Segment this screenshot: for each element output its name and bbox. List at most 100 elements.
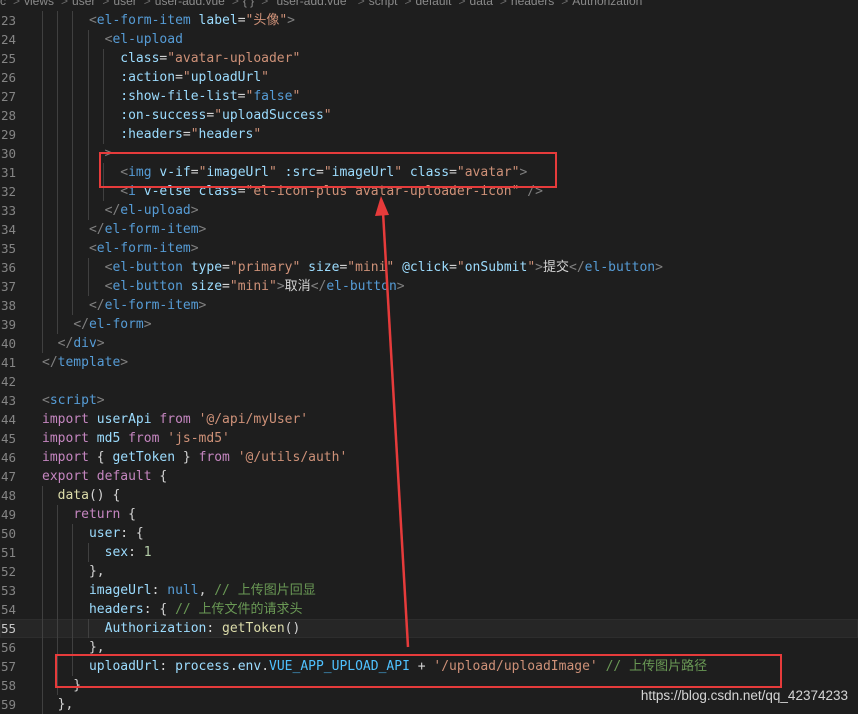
code-token: uploadUrl — [190, 70, 262, 85]
code-line[interactable]: 30 > — [0, 144, 858, 163]
code-token: = — [190, 165, 199, 180]
breadcrumb-item[interactable]: data — [470, 0, 493, 8]
code-line[interactable]: 51 sex: 1 — [0, 543, 858, 562]
breadcrumb-separator-icon: > — [231, 0, 239, 8]
code-line[interactable]: 54 headers: { // 上传文件的请求头 — [0, 600, 858, 619]
breadcrumb-item[interactable]: c — [0, 0, 6, 8]
code-token: + — [409, 659, 434, 674]
code-line[interactable]: 39 </el-form> — [0, 315, 858, 334]
code-token: = — [315, 165, 324, 180]
code-text: > — [42, 144, 113, 163]
code-text: <i v-else class="el-icon-plus avatar-upl… — [42, 182, 543, 201]
code-token: headers — [88, 602, 144, 617]
code-token: getToken — [222, 621, 285, 636]
code-line[interactable]: 40 </div> — [0, 334, 858, 353]
code-token: label — [190, 13, 238, 28]
code-text: }, — [42, 562, 105, 581]
code-token: VUE_APP_UPLOAD_API — [269, 659, 410, 674]
breadcrumb-item[interactable]: user — [72, 0, 95, 8]
code-token: = — [237, 184, 246, 199]
code-line[interactable]: 46 import { getToken } from '@/utils/auth… — [0, 448, 858, 467]
code-line[interactable]: 36 <el-button type="primary" size="mini"… — [0, 258, 858, 277]
code-text: <el-form-item label="头像"> — [42, 11, 295, 30]
code-line[interactable]: 50 user: { — [0, 524, 858, 543]
code-token: > — [96, 393, 105, 408]
code-token: el-form — [88, 317, 144, 332]
code-token: :action — [42, 70, 176, 85]
code-token: : { — [120, 526, 144, 541]
breadcrumb-item[interactable]: script — [369, 0, 398, 8]
code-line[interactable]: 53 imageUrl: null, // 上传图片回显 — [0, 581, 858, 600]
code-token: " — [214, 108, 223, 123]
code-token: uploadUrl — [88, 659, 160, 674]
code-token: el-form-item — [96, 13, 191, 28]
code-line[interactable]: 44 import userApi from '@/api/myUser' — [0, 410, 858, 429]
breadcrumb-item[interactable]: user-add.vue — [155, 0, 225, 8]
code-line[interactable]: 49 return { — [0, 505, 858, 524]
code-line[interactable]: 48 data() { — [0, 486, 858, 505]
code-line[interactable]: 33 </el-upload> — [0, 201, 858, 220]
code-token: null — [167, 583, 199, 598]
code-token: > — [143, 317, 152, 332]
code-token: import — [42, 412, 89, 427]
code-token: : — [206, 621, 223, 636]
code-token: " — [261, 70, 269, 85]
code-token: 1 — [143, 545, 152, 560]
code-token: "头像" — [245, 13, 288, 28]
code-editor[interactable]: 23 <el-form-item label="头像"> 24 <el-uploa… — [0, 11, 858, 714]
code-line[interactable]: 23 <el-form-item label="头像"> — [0, 11, 858, 30]
breadcrumb-item[interactable]: { } — [243, 0, 254, 8]
code-text: <el-button size="mini">取消</el-button> — [42, 277, 405, 296]
breadcrumb-item[interactable]: user — [113, 0, 136, 8]
code-line[interactable]: 26 :action="uploadUrl" — [0, 68, 858, 87]
code-token: el-button — [584, 260, 656, 275]
line-number: 57 — [0, 659, 16, 674]
breadcrumb-item[interactable]: headers — [511, 0, 554, 8]
line-number: 51 — [0, 545, 16, 560]
code-text: :action="uploadUrl" — [42, 68, 269, 87]
code-line[interactable]: 56 }, — [0, 638, 858, 657]
code-line[interactable]: 25 class="avatar-uploader" — [0, 49, 858, 68]
line-number: 31 — [0, 165, 16, 180]
line-number: 32 — [0, 184, 16, 199]
code-line[interactable]: 42 — [0, 372, 858, 391]
code-line[interactable]: 35 <el-form-item> — [0, 239, 858, 258]
code-token: el-button — [112, 260, 183, 275]
code-line[interactable]: 57 uploadUrl: process.env.VUE_APP_UPLOAD… — [0, 657, 858, 676]
code-line[interactable]: 32 <i v-else class="el-icon-plus avatar-… — [0, 182, 858, 201]
breadcrumb-item[interactable]: views — [24, 0, 54, 8]
code-line[interactable]: 24 <el-upload — [0, 30, 858, 49]
line-number: 50 — [0, 526, 16, 541]
code-line[interactable]: 27 :show-file-list="false" — [0, 87, 858, 106]
code-line[interactable]: 31 <img v-if="imageUrl" :src="imageUrl" … — [0, 163, 858, 182]
breadcrumb-item[interactable]: Authorization — [572, 0, 642, 8]
code-line[interactable]: 38 </el-form-item> — [0, 296, 858, 315]
code-line[interactable]: 41 </template> — [0, 353, 858, 372]
code-text: :headers="headers" — [42, 125, 261, 144]
line-number: 42 — [0, 374, 16, 389]
code-line[interactable]: 45 import md5 from 'js-md5' — [0, 429, 858, 448]
code-line[interactable]: 28 :on-success="uploadSuccess" — [0, 106, 858, 125]
code-token: v-else — [135, 184, 191, 199]
line-number: 52 — [0, 564, 16, 579]
code-line[interactable]: 52 }, — [0, 562, 858, 581]
code-line[interactable]: 29 :headers="headers" — [0, 125, 858, 144]
code-line[interactable]: 37 <el-button size="mini">取消</el-button> — [0, 277, 858, 296]
breadcrumb-item[interactable]: "user-add.vue" — [272, 0, 351, 8]
code-token: " — [269, 165, 277, 180]
breadcrumb[interactable]: c > views > user > user > user-add.vue >{ } > "user… — [0, 0, 858, 8]
breadcrumb-item[interactable]: default — [415, 0, 451, 8]
code-line[interactable]: 43 <script> — [0, 391, 858, 410]
code-line[interactable]: 47 export default { — [0, 467, 858, 486]
breadcrumb-separator-icon: > — [458, 0, 466, 8]
code-line[interactable]: 34 </el-form-item> — [0, 220, 858, 239]
code-token: size — [300, 260, 340, 275]
code-line[interactable]: 55 Authorization: getToken() — [0, 619, 858, 638]
code-token: " — [323, 108, 332, 123]
